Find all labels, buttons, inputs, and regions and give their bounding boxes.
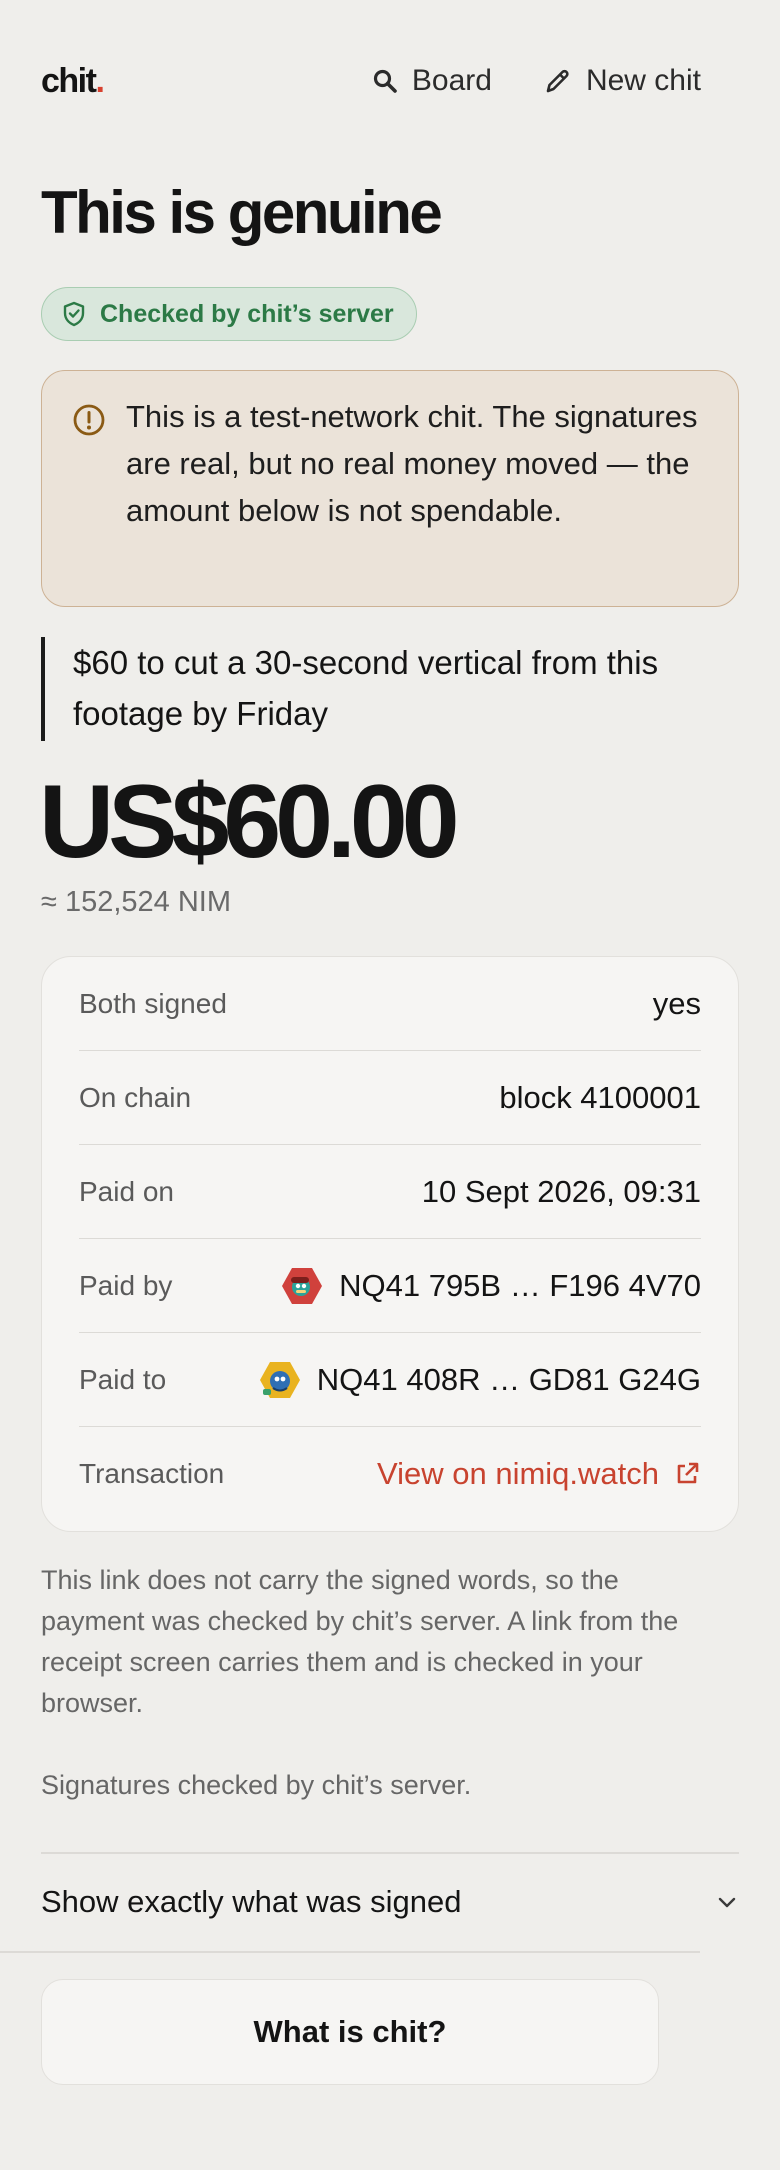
nav-board-label: Board (411, 64, 492, 97)
payee-identicon (259, 1361, 300, 1398)
amount: US$60.00 (39, 764, 460, 880)
verified-badge: Checked by chit’s server (41, 287, 417, 341)
what-is-chit-button[interactable]: What is chit? (41, 1979, 659, 2085)
nav-new-chit[interactable]: New chit (544, 64, 701, 98)
detail-value: block 4100001 (499, 1079, 701, 1115)
detail-value: NQ41 795B … F196 4V70 (281, 1265, 701, 1307)
test-network-notice: This is a test-network chit. The signatu… (41, 370, 739, 607)
logo-text: chit (41, 62, 97, 100)
badge-label: Checked by chit’s server (100, 299, 394, 328)
chit-description: $60 to cut a 30-second vertical from thi… (41, 637, 739, 741)
detail-row-paid-to: Paid to NQ41 408R … GD81 G24G (79, 1333, 701, 1427)
detail-row-both-signed: Both signed yes (79, 957, 701, 1051)
detail-value: NQ41 408R … GD81 G24G (259, 1359, 701, 1401)
details-card: Both signed yes On chain block 4100001 P… (41, 956, 739, 1532)
show-signed-label: Show exactly what was signed (41, 1884, 462, 1919)
detail-label: Paid by (79, 1269, 173, 1301)
verification-info: This link does not carry the signed word… (41, 1565, 679, 1718)
view-transaction-label: View on nimiq.watch (376, 1456, 659, 1491)
divider (0, 1951, 700, 1953)
approx-nim: ≈ 152,524 NIM (41, 886, 232, 918)
external-link-icon (677, 1462, 699, 1484)
notice-text: This is a test-network chit. The signatu… (126, 399, 698, 528)
chevron-down-icon (718, 1897, 736, 1908)
signature-status: Signatures checked by chit’s server. (41, 1770, 472, 1800)
detail-row-paid-by: Paid by NQ41 795B … F196 4V70 (79, 1239, 701, 1333)
detail-label: Paid to (79, 1363, 167, 1395)
header: chit. Board New chit (41, 58, 701, 108)
nav-board[interactable]: Board (372, 64, 492, 98)
detail-label: Both signed (79, 987, 227, 1019)
warning-circle-icon (73, 404, 105, 436)
detail-label: Transaction (79, 1458, 225, 1489)
nav-new-chit-label: New chit (585, 64, 701, 97)
payer-identicon (282, 1267, 323, 1304)
show-signed-toggle[interactable]: Show exactly what was signed (41, 1853, 739, 1951)
logo[interactable]: chit. (41, 62, 105, 101)
detail-label: Paid on (79, 1175, 174, 1207)
view-transaction-link[interactable]: View on nimiq.watch (377, 1456, 701, 1492)
search-icon (373, 69, 397, 93)
detail-value: 10 Sept 2026, 09:31 (421, 1173, 701, 1209)
logo-dot: . (95, 62, 104, 100)
detail-value: yes (652, 985, 701, 1021)
detail-row-transaction: Transaction View on nimiq.watch (79, 1427, 701, 1521)
detail-row-on-chain: On chain block 4100001 (79, 1051, 701, 1145)
top-nav: Board New chit (320, 64, 701, 98)
detail-row-paid-on: Paid on 10 Sept 2026, 09:31 (79, 1145, 701, 1239)
payee-address: NQ41 408R … GD81 G24G (316, 1361, 701, 1397)
pencil-icon (546, 69, 569, 93)
detail-label: On chain (79, 1081, 192, 1113)
page-title: This is genuine (41, 179, 443, 246)
shield-check-icon (63, 301, 85, 327)
payer-address: NQ41 795B … F196 4V70 (339, 1267, 701, 1303)
